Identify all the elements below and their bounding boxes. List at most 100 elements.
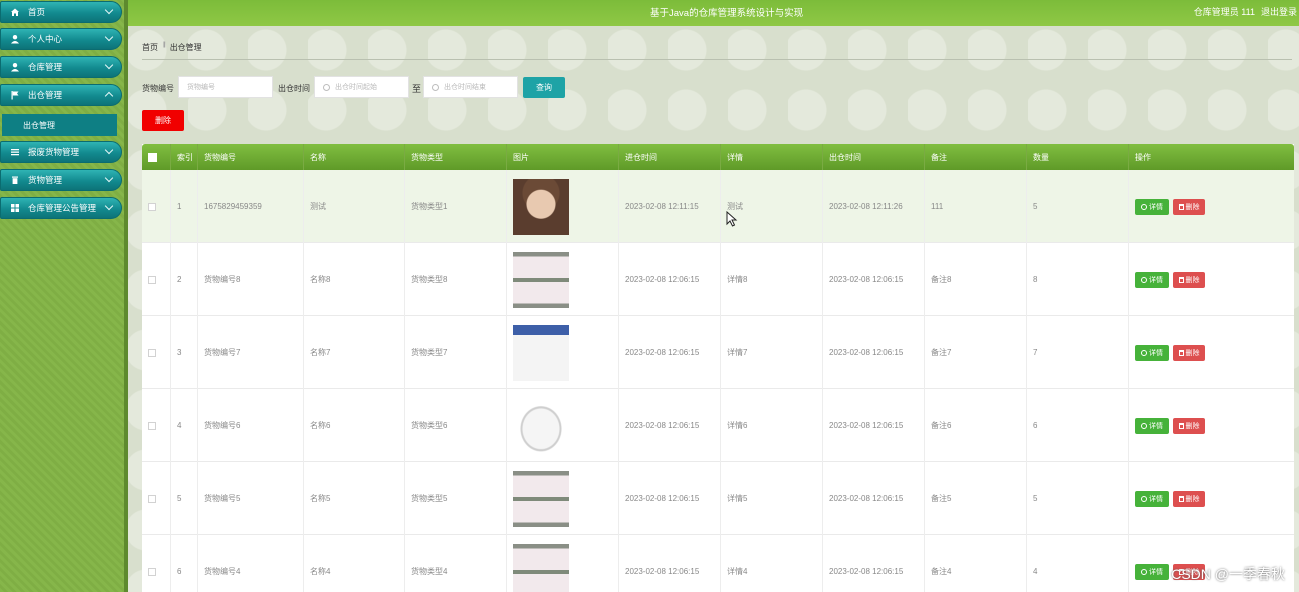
sidebar-item-warehouse[interactable]: 仓库管理 — [0, 56, 122, 78]
table-row[interactable]: 3 货物编号7 名称7 货物类型7 2023-02-08 12:06:15 详情… — [142, 316, 1294, 389]
cell-detail: 详情8 — [720, 243, 822, 316]
cell-out-time: 2023-02-08 12:11:26 — [822, 170, 924, 243]
cell-qty: 6 — [1026, 389, 1128, 462]
cell-qty: 7 — [1026, 316, 1128, 389]
search-icon — [1141, 568, 1147, 575]
chevron-up-icon — [104, 91, 114, 101]
table-row[interactable]: 1 1675829459359 测试 货物类型1 2023-02-08 12:1… — [142, 170, 1294, 243]
user-label: 仓库管理员 111 — [1193, 7, 1255, 17]
trash-icon — [1178, 349, 1184, 356]
detail-button[interactable]: 详情 — [1135, 344, 1169, 361]
cell-in-time: 2023-02-08 12:06:15 — [618, 243, 720, 316]
sidebar: 首页 个人中心 仓库管理 出仓管理 出仓管理 报废货物管理 货物管理 仓库管理公… — [0, 0, 128, 592]
cell-goods-no: 货物编号6 — [197, 389, 303, 462]
cell-detail: 详情4 — [720, 535, 822, 592]
sidebar-item-home[interactable]: 首页 — [0, 1, 122, 23]
sidebar-item-outbound[interactable]: 出仓管理 — [0, 84, 122, 106]
detail-button-label: 详情 — [1149, 495, 1163, 503]
site-title: 基于Java的仓库管理系统设计与实现 — [650, 8, 804, 19]
breadcrumb: 首页 ||| 出仓管理 — [142, 42, 202, 53]
row-select-cell — [142, 243, 170, 316]
cell-index: 2 — [170, 243, 197, 316]
breadcrumb-current: 出仓管理 — [169, 43, 202, 52]
out-time-start-input[interactable]: 出仓时间起始 — [314, 76, 409, 98]
sidebar-item-scrap[interactable]: 报废货物管理 — [0, 141, 122, 163]
column-header: 数量 — [1026, 144, 1128, 170]
query-button[interactable]: 查询 — [523, 77, 565, 98]
cell-in-time: 2023-02-08 12:06:15 — [618, 462, 720, 535]
sidebar-subitem-label: 出仓管理 — [23, 120, 55, 130]
row-checkbox[interactable] — [148, 348, 156, 357]
breadcrumb-separator: ||| — [163, 42, 166, 48]
list-icon — [11, 149, 19, 156]
cell-in-time: 2023-02-08 12:06:15 — [618, 316, 720, 389]
watermark: CSDN @一季春秋 — [1171, 566, 1285, 582]
home-icon — [11, 8, 19, 16]
detail-button[interactable]: 详情 — [1135, 490, 1169, 507]
cell-detail: 详情7 — [720, 316, 822, 389]
detail-button[interactable]: 详情 — [1135, 198, 1169, 215]
detail-button[interactable]: 详情 — [1135, 271, 1169, 288]
row-checkbox[interactable] — [148, 567, 156, 576]
table-row[interactable]: 5 货物编号5 名称5 货物类型5 2023-02-08 12:06:15 详情… — [142, 462, 1294, 535]
clock-icon — [323, 83, 330, 91]
table-row[interactable]: 2 货物编号8 名称8 货物类型8 2023-02-08 12:06:15 详情… — [142, 243, 1294, 316]
cell-name: 测试 — [303, 170, 404, 243]
table-row[interactable]: 6 货物编号4 名称4 货物类型4 2023-02-08 12:06:15 详情… — [142, 535, 1294, 592]
delete-button[interactable]: 删除 — [1173, 417, 1205, 434]
delete-button[interactable]: 删除 — [1173, 198, 1205, 215]
row-checkbox[interactable] — [148, 202, 156, 211]
table-header: 索引 货物编号 名称 货物类型 图片 进仓时间 详情 出仓时间 备注 数量 操作 — [142, 144, 1294, 170]
header-select-all[interactable] — [142, 144, 170, 170]
user-area: 仓库管理员 111 退出登录 — [1194, 5, 1297, 18]
search-icon — [1141, 349, 1147, 356]
row-select-cell — [142, 462, 170, 535]
flag-icon — [11, 91, 19, 100]
chevron-down-icon — [104, 173, 114, 183]
goods-no-input[interactable]: 货物编号 — [178, 76, 273, 98]
delete-button[interactable]: 删除 — [1173, 271, 1205, 288]
batch-delete-button[interactable]: 删除 — [142, 110, 184, 131]
cell-detail: 测试 — [720, 170, 822, 243]
row-checkbox[interactable] — [148, 421, 156, 430]
column-header: 货物编号 — [197, 144, 303, 170]
cell-image — [506, 243, 618, 316]
delete-button-label: 删除 — [1185, 203, 1200, 211]
row-select-cell — [142, 389, 170, 462]
cell-type: 货物类型8 — [404, 243, 506, 316]
column-header: 索引 — [170, 144, 197, 170]
cell-qty: 4 — [1026, 535, 1128, 592]
row-checkbox[interactable] — [148, 494, 156, 503]
cell-goods-no: 货物编号8 — [197, 243, 303, 316]
sidebar-item-notice[interactable]: 仓库管理公告管理 — [0, 197, 122, 219]
cell-type: 货物类型1 — [404, 170, 506, 243]
trash-icon — [1178, 422, 1184, 429]
sidebar-subitem-outbound[interactable]: 出仓管理 — [2, 114, 117, 136]
cell-type: 货物类型6 — [404, 389, 506, 462]
cell-out-time: 2023-02-08 12:06:15 — [822, 389, 924, 462]
cell-qty: 8 — [1026, 243, 1128, 316]
search-icon — [1141, 495, 1147, 502]
sidebar-item-label: 个人中心 — [28, 34, 63, 44]
cell-goods-no: 1675829459359 — [197, 170, 303, 243]
logout-link[interactable]: 退出登录 — [1261, 5, 1297, 18]
cell-goods-no: 货物编号5 — [197, 462, 303, 535]
detail-button[interactable]: 详情 — [1135, 563, 1169, 580]
out-time-end-placeholder: 出仓时间结束 — [444, 84, 486, 91]
detail-button[interactable]: 详情 — [1135, 417, 1169, 434]
select-all-checkbox[interactable] — [148, 152, 157, 162]
cell-type: 货物类型4 — [404, 535, 506, 592]
sidebar-item-profile[interactable]: 个人中心 — [0, 28, 122, 50]
trash-icon — [12, 176, 18, 184]
sidebar-item-goods[interactable]: 货物管理 — [0, 169, 122, 191]
cell-image — [506, 316, 618, 389]
chevron-down-icon — [104, 145, 114, 155]
out-time-end-input[interactable]: 出仓时间结束 — [423, 76, 518, 98]
cell-actions: 详情 删除 — [1128, 170, 1294, 243]
breadcrumb-home[interactable]: 首页 — [142, 42, 158, 53]
delete-button[interactable]: 删除 — [1173, 490, 1205, 507]
delete-button[interactable]: 删除 — [1173, 344, 1205, 361]
goods-thumbnail — [513, 397, 569, 454]
row-checkbox[interactable] — [148, 275, 156, 284]
table-row[interactable]: 4 货物编号6 名称6 货物类型6 2023-02-08 12:06:15 详情… — [142, 389, 1294, 462]
